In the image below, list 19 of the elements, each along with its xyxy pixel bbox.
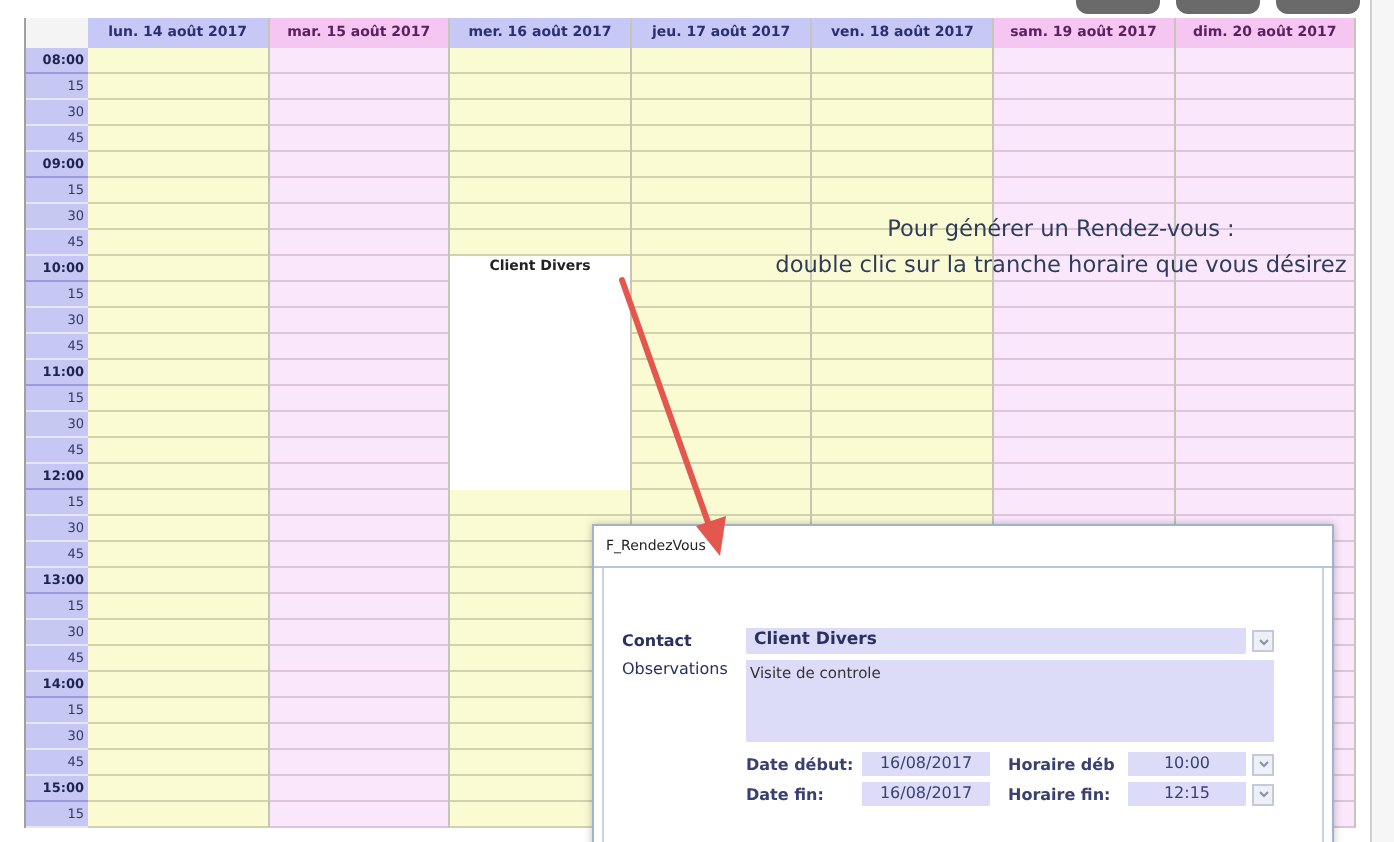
time-dropdown[interactable]: 12:15 <box>1128 782 1246 806</box>
field-label: Horaire fin: <box>1008 785 1113 803</box>
field-label: Observations <box>622 660 730 678</box>
instruction-text: Pour générer un Rendez-vous : <box>887 214 1235 246</box>
field-label: Date début: <box>746 755 856 773</box>
dropdown-button[interactable] <box>1252 630 1274 652</box>
field-label: Contact <box>622 632 694 650</box>
header-corner <box>26 18 88 48</box>
instruction-text: double clic sur la tranche horaire que vous désirez <box>775 250 1347 282</box>
date-field[interactable]: 16/08/2017 <box>862 782 990 806</box>
date-field[interactable]: 16/08/2017 <box>862 752 990 776</box>
field-label: Date fin: <box>746 785 826 803</box>
dropdown-button[interactable] <box>1252 753 1274 775</box>
chevron-icon <box>1255 633 1271 649</box>
scrollbar[interactable] <box>1370 0 1394 842</box>
field-label: Horaire déb <box>1008 755 1117 773</box>
dropdown-button[interactable] <box>1252 783 1274 805</box>
time-dropdown[interactable]: 10:00 <box>1128 752 1246 776</box>
contact-dropdown[interactable]: Client Divers <box>746 628 1246 654</box>
